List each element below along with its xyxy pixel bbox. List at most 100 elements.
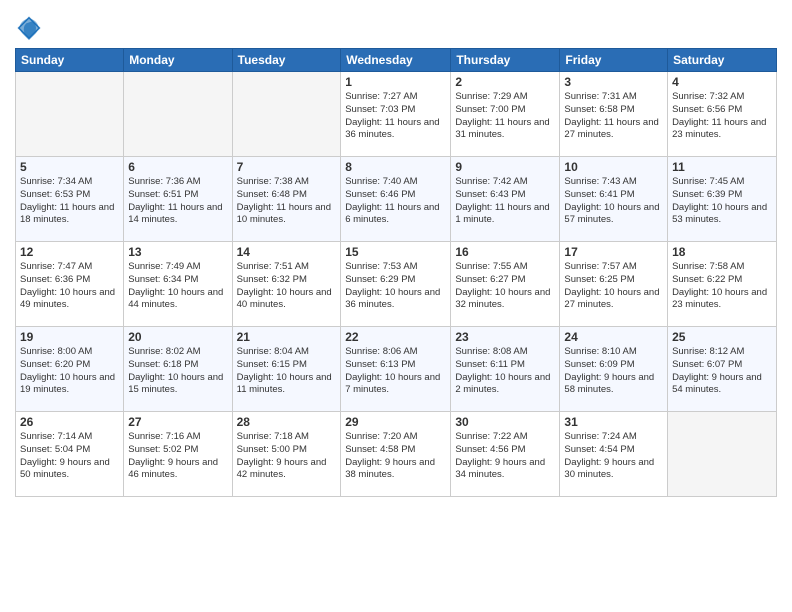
day-info: Sunrise: 7:42 AMSunset: 6:43 PMDaylight:…: [455, 176, 555, 227]
day-number: 15: [345, 245, 446, 259]
day-cell: [124, 72, 232, 157]
day-cell: 3 Sunrise: 7:31 AMSunset: 6:58 PMDaylight…: [560, 72, 668, 157]
day-number: 5: [20, 160, 119, 174]
day-info: Sunrise: 7:58 AMSunset: 6:22 PMDaylight:…: [672, 261, 772, 312]
day-info: Sunrise: 8:12 AMSunset: 6:07 PMDaylight:…: [672, 346, 772, 397]
day-number: 28: [237, 415, 337, 429]
day-number: 11: [672, 160, 772, 174]
day-cell: 10 Sunrise: 7:43 AMSunset: 6:41 PMDayligh…: [560, 157, 668, 242]
day-number: 27: [128, 415, 227, 429]
day-cell: 28 Sunrise: 7:18 AMSunset: 5:00 PMDayligh…: [232, 412, 341, 497]
logo-icon: [15, 14, 43, 42]
day-cell: [232, 72, 341, 157]
day-cell: 12 Sunrise: 7:47 AMSunset: 6:36 PMDayligh…: [16, 242, 124, 327]
day-info: Sunrise: 7:32 AMSunset: 6:56 PMDaylight:…: [672, 91, 772, 142]
day-number: 13: [128, 245, 227, 259]
day-number: 30: [455, 415, 555, 429]
day-info: Sunrise: 7:55 AMSunset: 6:27 PMDaylight:…: [455, 261, 555, 312]
day-number: 31: [564, 415, 663, 429]
day-cell: 25 Sunrise: 8:12 AMSunset: 6:07 PMDayligh…: [668, 327, 777, 412]
calendar-table: SundayMondayTuesdayWednesdayThursdayFrid…: [15, 48, 777, 497]
week-row-5: 26 Sunrise: 7:14 AMSunset: 5:04 PMDayligh…: [16, 412, 777, 497]
weekday-header-monday: Monday: [124, 49, 232, 72]
day-info: Sunrise: 8:04 AMSunset: 6:15 PMDaylight:…: [237, 346, 337, 397]
day-number: 6: [128, 160, 227, 174]
day-number: 8: [345, 160, 446, 174]
day-cell: 19 Sunrise: 8:00 AMSunset: 6:20 PMDayligh…: [16, 327, 124, 412]
day-number: 4: [672, 75, 772, 89]
day-number: 19: [20, 330, 119, 344]
day-info: Sunrise: 7:20 AMSunset: 4:58 PMDaylight:…: [345, 431, 446, 482]
day-number: 16: [455, 245, 555, 259]
day-info: Sunrise: 7:22 AMSunset: 4:56 PMDaylight:…: [455, 431, 555, 482]
day-info: Sunrise: 8:00 AMSunset: 6:20 PMDaylight:…: [20, 346, 119, 397]
day-cell: 30 Sunrise: 7:22 AMSunset: 4:56 PMDayligh…: [451, 412, 560, 497]
day-info: Sunrise: 7:27 AMSunset: 7:03 PMDaylight:…: [345, 91, 446, 142]
day-info: Sunrise: 7:51 AMSunset: 6:32 PMDaylight:…: [237, 261, 337, 312]
page-header: [15, 10, 777, 42]
day-info: Sunrise: 7:34 AMSunset: 6:53 PMDaylight:…: [20, 176, 119, 227]
day-cell: 18Sunrise: 7:58 AMSunset: 6:22 PMDayligh…: [668, 242, 777, 327]
day-number: 24: [564, 330, 663, 344]
day-info: Sunrise: 7:16 AMSunset: 5:02 PMDaylight:…: [128, 431, 227, 482]
day-cell: 9Sunrise: 7:42 AMSunset: 6:43 PMDaylight…: [451, 157, 560, 242]
day-number: 25: [672, 330, 772, 344]
day-info: Sunrise: 7:38 AMSunset: 6:48 PMDaylight:…: [237, 176, 337, 227]
day-number: 12: [20, 245, 119, 259]
day-cell: 4 Sunrise: 7:32 AMSunset: 6:56 PMDaylight…: [668, 72, 777, 157]
weekday-header-saturday: Saturday: [668, 49, 777, 72]
day-number: 17: [564, 245, 663, 259]
week-row-1: 1 Sunrise: 7:27 AMSunset: 7:03 PMDaylight…: [16, 72, 777, 157]
week-row-4: 19 Sunrise: 8:00 AMSunset: 6:20 PMDayligh…: [16, 327, 777, 412]
weekday-header-tuesday: Tuesday: [232, 49, 341, 72]
day-cell: 16 Sunrise: 7:55 AMSunset: 6:27 PMDayligh…: [451, 242, 560, 327]
day-number: 20: [128, 330, 227, 344]
week-row-2: 5 Sunrise: 7:34 AMSunset: 6:53 PMDaylight…: [16, 157, 777, 242]
day-number: 21: [237, 330, 337, 344]
calendar-page: SundayMondayTuesdayWednesdayThursdayFrid…: [0, 0, 792, 612]
day-info: Sunrise: 7:29 AMSunset: 7:00 PMDaylight:…: [455, 91, 555, 142]
day-number: 1: [345, 75, 446, 89]
day-info: Sunrise: 7:47 AMSunset: 6:36 PMDaylight:…: [20, 261, 119, 312]
day-cell: 5 Sunrise: 7:34 AMSunset: 6:53 PMDaylight…: [16, 157, 124, 242]
day-info: Sunrise: 8:08 AMSunset: 6:11 PMDaylight:…: [455, 346, 555, 397]
day-cell: 15 Sunrise: 7:53 AMSunset: 6:29 PMDayligh…: [341, 242, 451, 327]
weekday-header-friday: Friday: [560, 49, 668, 72]
day-cell: 13 Sunrise: 7:49 AMSunset: 6:34 PMDayligh…: [124, 242, 232, 327]
day-cell: 1 Sunrise: 7:27 AMSunset: 7:03 PMDaylight…: [341, 72, 451, 157]
day-info: Sunrise: 7:49 AMSunset: 6:34 PMDaylight:…: [128, 261, 227, 312]
day-number: 3: [564, 75, 663, 89]
day-cell: 22Sunrise: 8:06 AMSunset: 6:13 PMDayligh…: [341, 327, 451, 412]
day-cell: 7 Sunrise: 7:38 AMSunset: 6:48 PMDaylight…: [232, 157, 341, 242]
day-cell: 24 Sunrise: 8:10 AMSunset: 6:09 PMDayligh…: [560, 327, 668, 412]
day-info: Sunrise: 7:53 AMSunset: 6:29 PMDaylight:…: [345, 261, 446, 312]
day-info: Sunrise: 7:18 AMSunset: 5:00 PMDaylight:…: [237, 431, 337, 482]
weekday-header-sunday: Sunday: [16, 49, 124, 72]
day-cell: 14 Sunrise: 7:51 AMSunset: 6:32 PMDayligh…: [232, 242, 341, 327]
day-cell: [668, 412, 777, 497]
day-cell: 8 Sunrise: 7:40 AMSunset: 6:46 PMDaylight…: [341, 157, 451, 242]
day-info: Sunrise: 8:06 AMSunset: 6:13 PMDaylight:…: [345, 346, 446, 397]
day-info: Sunrise: 7:31 AMSunset: 6:58 PMDaylight:…: [564, 91, 663, 142]
day-info: Sunrise: 8:02 AMSunset: 6:18 PMDaylight:…: [128, 346, 227, 397]
day-number: 10: [564, 160, 663, 174]
day-number: 2: [455, 75, 555, 89]
day-info: Sunrise: 7:43 AMSunset: 6:41 PMDaylight:…: [564, 176, 663, 227]
day-number: 26: [20, 415, 119, 429]
day-info: Sunrise: 8:10 AMSunset: 6:09 PMDaylight:…: [564, 346, 663, 397]
day-cell: 31 Sunrise: 7:24 AMSunset: 4:54 PMDayligh…: [560, 412, 668, 497]
day-info: Sunrise: 7:36 AMSunset: 6:51 PMDaylight:…: [128, 176, 227, 227]
day-cell: [16, 72, 124, 157]
day-cell: 6 Sunrise: 7:36 AMSunset: 6:51 PMDaylight…: [124, 157, 232, 242]
day-cell: 29Sunrise: 7:20 AMSunset: 4:58 PMDayligh…: [341, 412, 451, 497]
day-info: Sunrise: 7:14 AMSunset: 5:04 PMDaylight:…: [20, 431, 119, 482]
day-cell: 21 Sunrise: 8:04 AMSunset: 6:15 PMDayligh…: [232, 327, 341, 412]
day-info: Sunrise: 7:24 AMSunset: 4:54 PMDaylight:…: [564, 431, 663, 482]
day-cell: 20 Sunrise: 8:02 AMSunset: 6:18 PMDayligh…: [124, 327, 232, 412]
day-cell: 23Sunrise: 8:08 AMSunset: 6:11 PMDayligh…: [451, 327, 560, 412]
day-number: 7: [237, 160, 337, 174]
weekday-header-row: SundayMondayTuesdayWednesdayThursdayFrid…: [16, 49, 777, 72]
day-info: Sunrise: 7:40 AMSunset: 6:46 PMDaylight:…: [345, 176, 446, 227]
day-cell: 27 Sunrise: 7:16 AMSunset: 5:02 PMDayligh…: [124, 412, 232, 497]
day-number: 14: [237, 245, 337, 259]
